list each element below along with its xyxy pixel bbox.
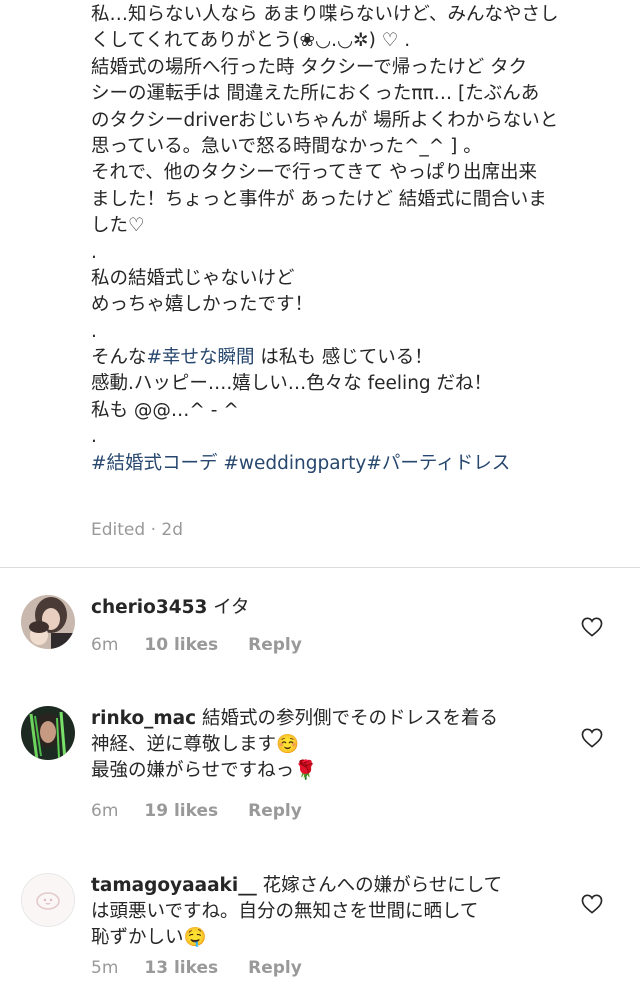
comment-likes[interactable]: 13 likes: [144, 958, 218, 978]
comment-text: 神経、逆に尊敬します☺️: [91, 734, 300, 755]
heart-outline-icon[interactable]: [581, 617, 603, 637]
caption-line: 結婚式の場所へ行った時 タクシーで帰ったけど タク: [91, 56, 528, 78]
avatar[interactable]: [21, 706, 75, 760]
egg-logo-icon: [22, 874, 74, 926]
comment-meta: 5m 13 likes Reply: [91, 958, 302, 978]
divider: [0, 567, 640, 568]
caption-line: めっちゃ嬉しかったです！: [91, 294, 314, 316]
avatar-photo-icon: [21, 595, 75, 649]
comment-text: 花嫁さんへの嫌がらせにして: [256, 875, 503, 896]
comment-text: は頭悪いですね。自分の無知さを世間に晒して: [91, 901, 479, 922]
caption-line: 私も @@…^ - ^: [91, 399, 239, 421]
caption-text: は私も 感じている！: [254, 347, 433, 369]
comment-body: rinko_mac 結婚式の参列側でそのドレスを着る 神経、逆に尊敬します☺️ …: [91, 706, 571, 784]
comment-username[interactable]: cherio3453: [91, 597, 207, 618]
caption-line: 私の結婚式じゃないけど: [91, 267, 295, 289]
caption-line: ました！ちょっと事件が あったけど 結婚式に間合いま: [91, 188, 547, 210]
edited-timestamp: Edited · 2d: [91, 520, 183, 540]
comment-text: 恥ずかしい🤤: [91, 927, 207, 948]
heart-outline-icon[interactable]: [581, 728, 603, 748]
comment-text: 最強の嫌がらせですねっ🌹: [91, 760, 318, 781]
reply-button[interactable]: Reply: [248, 801, 302, 821]
caption-line: .: [91, 320, 97, 342]
comment-text: イタ: [207, 597, 250, 618]
hashtag-link[interactable]: #幸せな瞬間: [147, 347, 255, 368]
avatar[interactable]: [21, 595, 75, 649]
comment-meta: 6m 10 likes Reply: [91, 635, 302, 655]
caption-line: シーの運転手は 間違えた所におくったππ… [たぶんあ: [91, 83, 540, 105]
reply-button[interactable]: Reply: [248, 635, 302, 655]
post-caption: 私…知らない人なら あまり喋らないけど、みんなやさし くしてくれてありがとう(❀…: [91, 2, 621, 477]
comment-body: tamagoyaaaki__ 花嫁さんへの嫌がらせにして は頭悪いですね。自分の…: [91, 873, 571, 951]
caption-line: それで、他のタクシーで行ってきて やっぱり出席出来: [91, 162, 537, 184]
caption-text: そんな: [91, 347, 147, 369]
comment-time: 6m: [91, 801, 119, 821]
comment-username[interactable]: tamagoyaaaki__: [91, 875, 257, 896]
caption-line: .: [91, 426, 97, 448]
comment-meta: 6m 19 likes Reply: [91, 801, 302, 821]
caption-line: .: [91, 241, 97, 263]
caption-hashtags[interactable]: #結婚式コーデ #weddingparty#パーティドレス: [91, 451, 621, 477]
avatar[interactable]: [21, 873, 75, 927]
avatar-photo-icon: [21, 706, 75, 760]
comment-likes[interactable]: 19 likes: [144, 801, 218, 821]
caption-line: 思っている。急いで怒る時間なかった^_^ ] 。: [91, 135, 482, 157]
caption-line: 私…知らない人なら あまり喋らないけど、みんなやさし: [91, 4, 559, 25]
comment-likes[interactable]: 10 likes: [144, 635, 218, 655]
caption-line: のタクシーdriverおじいちゃんが 場所よくわからないと: [91, 109, 559, 131]
comment-body: cherio3453 イタ: [91, 595, 571, 621]
caption-line: くしてくれてありがとう(❀◡.◡✲) ♡ .: [91, 30, 411, 52]
comment-text: 結婚式の参列側でそのドレスを着る: [196, 708, 499, 729]
caption-line: 感動.ハッピー….嬉しい…色々な feeling だね！: [91, 373, 493, 395]
comment-username[interactable]: rinko_mac: [91, 708, 196, 729]
comment-time: 5m: [91, 958, 119, 978]
heart-outline-icon[interactable]: [581, 894, 603, 914]
comment-time: 6m: [91, 635, 119, 655]
reply-button[interactable]: Reply: [248, 958, 302, 978]
caption-line-hashtag: そんな#幸せな瞬間 は私も 感じている！: [91, 345, 621, 371]
caption-line: した♡: [91, 215, 145, 237]
